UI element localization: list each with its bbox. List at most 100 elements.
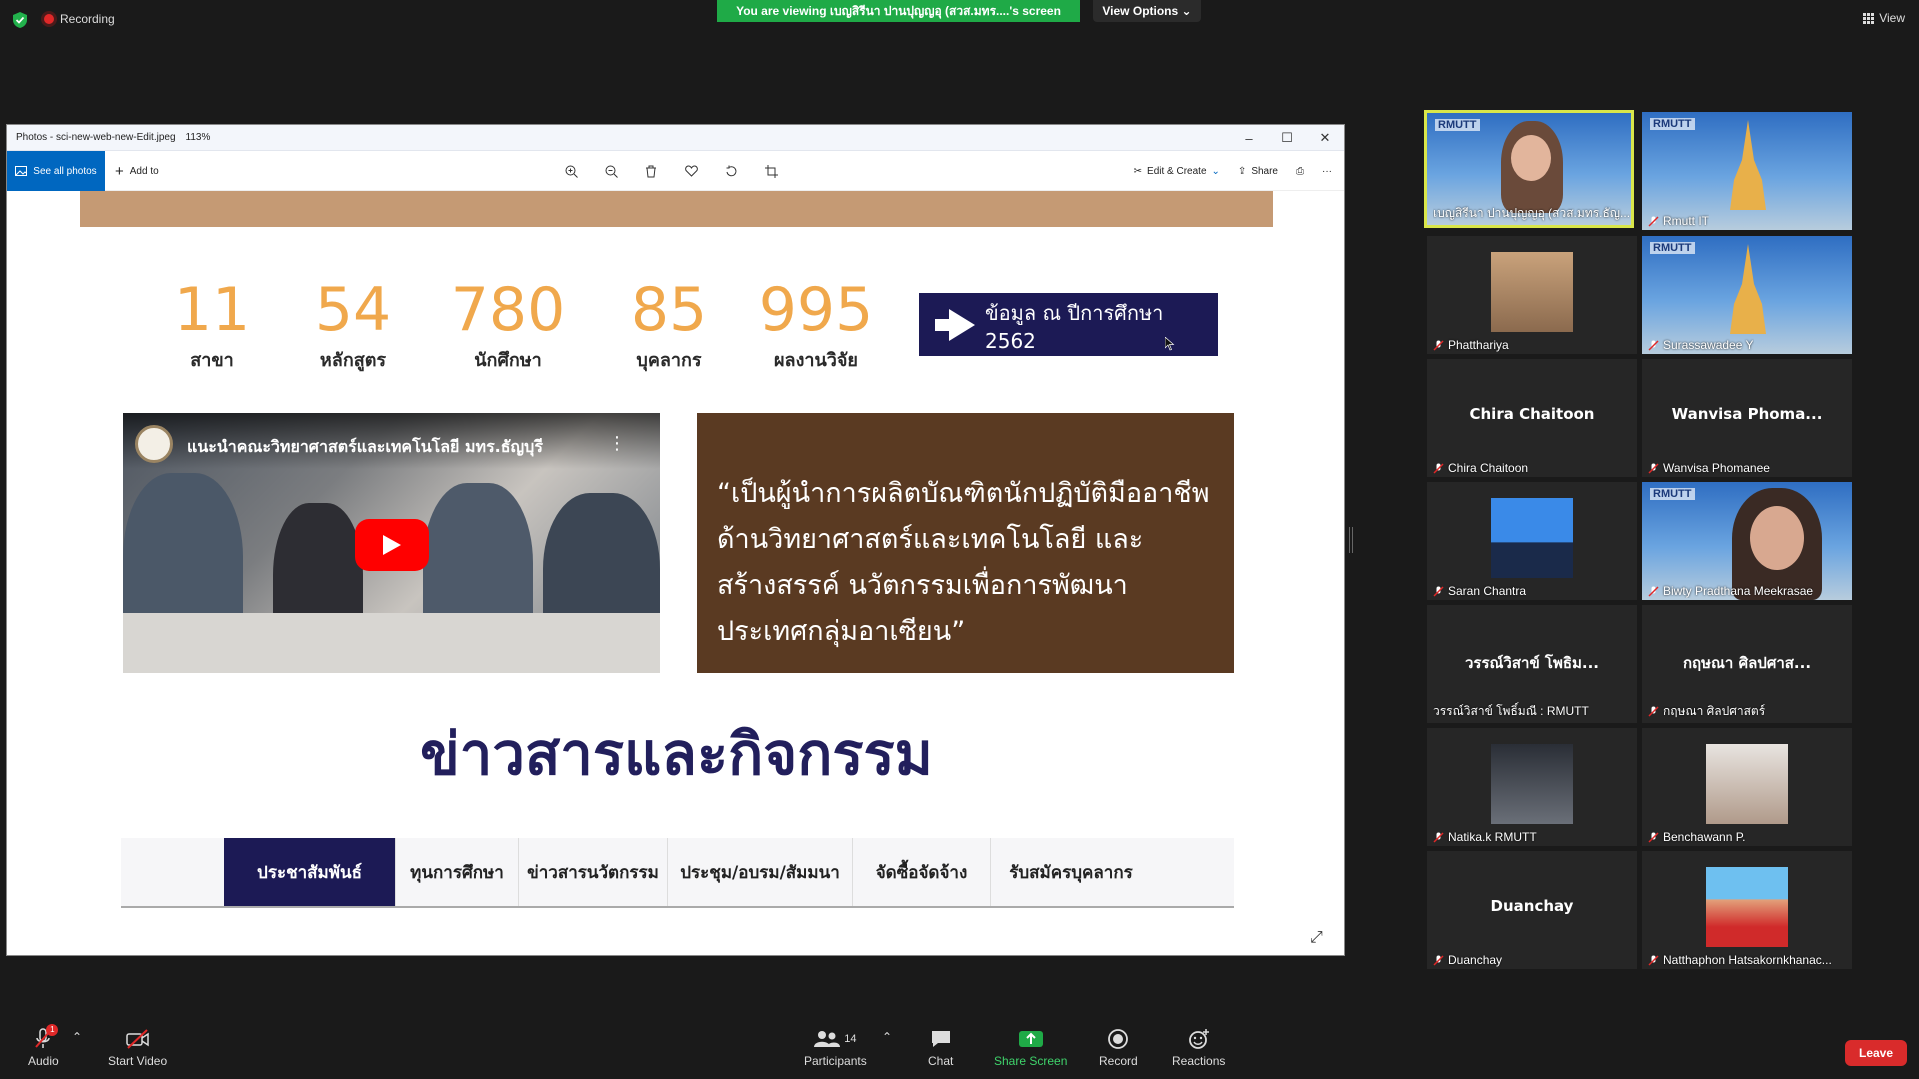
audio-button[interactable]: 1 Audio: [28, 1024, 59, 1068]
participants-button[interactable]: 14 Participants: [804, 1028, 867, 1068]
print-button[interactable]: ⎙: [1296, 166, 1304, 177]
name-text: Saran Chantra: [1448, 584, 1527, 598]
rotate-icon[interactable]: [723, 163, 739, 179]
tab-innovation-news[interactable]: ข่าวสารนวัตกรรม: [519, 838, 668, 906]
participant-tile[interactable]: Saran Chantra: [1427, 482, 1637, 600]
participant-display-name: กฤษณา ศิลปศาส...: [1682, 654, 1812, 672]
stat-number: 85: [630, 275, 708, 345]
participant-tile[interactable]: RMUTT Biwty Pradthana Meekrasae: [1642, 482, 1852, 600]
share-screen-button[interactable]: Share Screen: [994, 1028, 1067, 1068]
stat-label: บุคลากร: [636, 350, 702, 371]
maximize-icon[interactable]: ☐: [1268, 125, 1306, 151]
rmutt-logo: RMUTT: [1650, 242, 1695, 254]
see-all-photos-button[interactable]: See all photos: [7, 151, 105, 191]
faculty-logo-icon: [135, 425, 173, 463]
stat-majors: 11 สาขา: [167, 277, 257, 374]
participant-display-name: Wanvisa Phoma...: [1671, 405, 1823, 423]
displayed-image: 11 สาขา 54 หลักสูตร 780 นักศึกษา 85 บุคล…: [7, 191, 1344, 955]
participant-name: กฤษณา ศิลปศาสตร์: [1648, 702, 1765, 721]
share-label: Share: [1251, 165, 1278, 177]
add-to-button[interactable]: + Add to: [115, 151, 159, 191]
participant-name: Benchawann P.: [1648, 830, 1746, 844]
photos-icon: [15, 166, 28, 176]
participant-tile[interactable]: RMUTT Surassawadee Y: [1642, 236, 1852, 354]
participants-options-caret[interactable]: ⌃: [882, 1030, 892, 1044]
name-text: Surassawadee Y: [1663, 338, 1754, 352]
start-video-label: Start Video: [108, 1054, 168, 1068]
participant-avatar: [1491, 498, 1573, 578]
audio-label: Audio: [28, 1054, 59, 1068]
name-text: เบญสิรีนา ปานปุญญอุ (สวส.มทร.ธัญ...: [1433, 206, 1631, 220]
start-video-button[interactable]: Start Video: [108, 1028, 167, 1068]
reactions-button[interactable]: Reactions: [1172, 1028, 1225, 1068]
tab-recruitment[interactable]: รับสมัครบุคลากร: [991, 838, 1151, 906]
zoom-in-icon[interactable]: [563, 163, 579, 179]
record-icon: [1108, 1029, 1129, 1049]
tab-scholarships[interactable]: ทุนการศึกษา: [396, 838, 519, 906]
participant-tile[interactable]: Natika.k RMUTT: [1427, 728, 1637, 846]
participant-avatar: [1491, 744, 1573, 824]
view-button[interactable]: View: [1863, 11, 1905, 25]
participant-tile[interactable]: Benchawann P.: [1642, 728, 1852, 846]
zoom-top-bar: Recording You are viewing เบญสิรีนา ปานป…: [0, 0, 1919, 40]
audio-options-caret[interactable]: ⌃: [72, 1030, 82, 1044]
heart-icon[interactable]: [683, 163, 699, 179]
mic-muted-icon: [1433, 954, 1444, 966]
participant-tile[interactable]: Chira Chaitoon Chira Chaitoon: [1427, 359, 1637, 477]
expand-icon[interactable]: ⤢: [1310, 929, 1328, 947]
edit-create-icon: ✂: [1133, 165, 1143, 177]
stat-number: 54: [314, 275, 392, 345]
youtube-play-button[interactable]: [355, 519, 429, 571]
pagoda-graphic: [1730, 120, 1766, 210]
stat-personnel: 85 บุคลากร: [619, 277, 719, 374]
mic-muted-icon: [1648, 339, 1659, 351]
participant-name: Natthaphon Hatsakornkhanac...: [1648, 953, 1832, 967]
mic-muted-icon: [1433, 462, 1444, 474]
participant-name: Natika.k RMUTT: [1433, 830, 1537, 844]
security-shield-icon[interactable]: [12, 11, 28, 29]
leave-button[interactable]: Leave: [1845, 1040, 1907, 1066]
participant-name: Wanvisa Phomanee: [1648, 461, 1770, 475]
chat-button[interactable]: Chat: [928, 1028, 953, 1068]
youtube-video-embed[interactable]: แนะนำคณะวิทยาศาสตร์และเทคโนโลยี มทร.ธัญบ…: [123, 413, 660, 673]
minimize-icon[interactable]: –: [1230, 125, 1268, 151]
participant-tile[interactable]: กฤษณา ศิลปศาส... กฤษณา ศิลปศาสตร์: [1642, 605, 1852, 723]
zoom-out-icon[interactable]: [603, 163, 619, 179]
view-options-button[interactable]: View Options ⌄: [1093, 0, 1201, 22]
edit-create-button[interactable]: ✂ Edit & Create ⌄: [1134, 166, 1220, 177]
recording-indicator[interactable]: Recording: [44, 12, 115, 26]
close-icon[interactable]: ✕: [1306, 125, 1344, 151]
photos-app-window: Photos - sci-new-web-new-Edit.jpeg 113% …: [6, 124, 1345, 956]
share-button[interactable]: ⇪ Share: [1238, 166, 1278, 177]
participant-tile[interactable]: Natthaphon Hatsakornkhanac...: [1642, 851, 1852, 969]
more-button[interactable]: ···: [1322, 166, 1332, 177]
video-menu-icon[interactable]: ⋮: [608, 433, 626, 454]
name-text: Natika.k RMUTT: [1448, 830, 1537, 844]
stat-label: สาขา: [190, 350, 234, 371]
participant-avatar: [1706, 867, 1788, 947]
vision-quote: “เป็นผู้นำการผลิตบัณฑิตนักปฏิบัติมืออาชี…: [697, 413, 1234, 673]
photos-toolbar: See all photos + Add to ✂ Edit & Create …: [7, 151, 1344, 191]
stat-label: ผลงานวิจัย: [774, 350, 858, 371]
participant-tile[interactable]: Wanvisa Phoma... Wanvisa Phomanee: [1642, 359, 1852, 477]
audio-badge: 1: [46, 1024, 59, 1036]
mic-muted-icon: [1648, 954, 1659, 966]
mic-muted-icon: [1433, 585, 1444, 597]
participant-tile[interactable]: RMUTT เบญสิรีนา ปานปุญญอุ (สวส.มทร.ธัญ..…: [1424, 110, 1634, 228]
video-table: [123, 613, 660, 673]
participant-face: [1750, 506, 1804, 570]
panel-resize-handle[interactable]: [1349, 527, 1353, 553]
participant-tile[interactable]: Duanchay Duanchay: [1427, 851, 1637, 969]
tab-meetings-training[interactable]: ประชุม/อบรม/สัมมนา: [668, 838, 853, 906]
participant-tile[interactable]: RMUTT Rmutt IT: [1642, 112, 1852, 230]
tab-procurement[interactable]: จัดซื้อจัดจ้าง: [853, 838, 991, 906]
crop-icon[interactable]: [763, 163, 779, 179]
participant-tile[interactable]: วรรณ์วิสาข์ โพธิม... วรรณ์วิสาข์ โพธิ์มณ…: [1427, 605, 1637, 723]
delete-icon[interactable]: [643, 163, 659, 179]
participant-tile[interactable]: Phatthariya: [1427, 236, 1637, 354]
video-title: แนะนำคณะวิทยาศาสตร์และเทคโนโลยี มทร.ธัญบ…: [187, 437, 543, 456]
window-title-bar[interactable]: Photos - sci-new-web-new-Edit.jpeg 113% …: [7, 125, 1344, 151]
news-section-title: ข่าวสารและกิจกรรม: [420, 720, 933, 788]
tab-public-relations[interactable]: ประชาสัมพันธ์: [224, 838, 396, 906]
record-button[interactable]: Record: [1099, 1028, 1138, 1068]
